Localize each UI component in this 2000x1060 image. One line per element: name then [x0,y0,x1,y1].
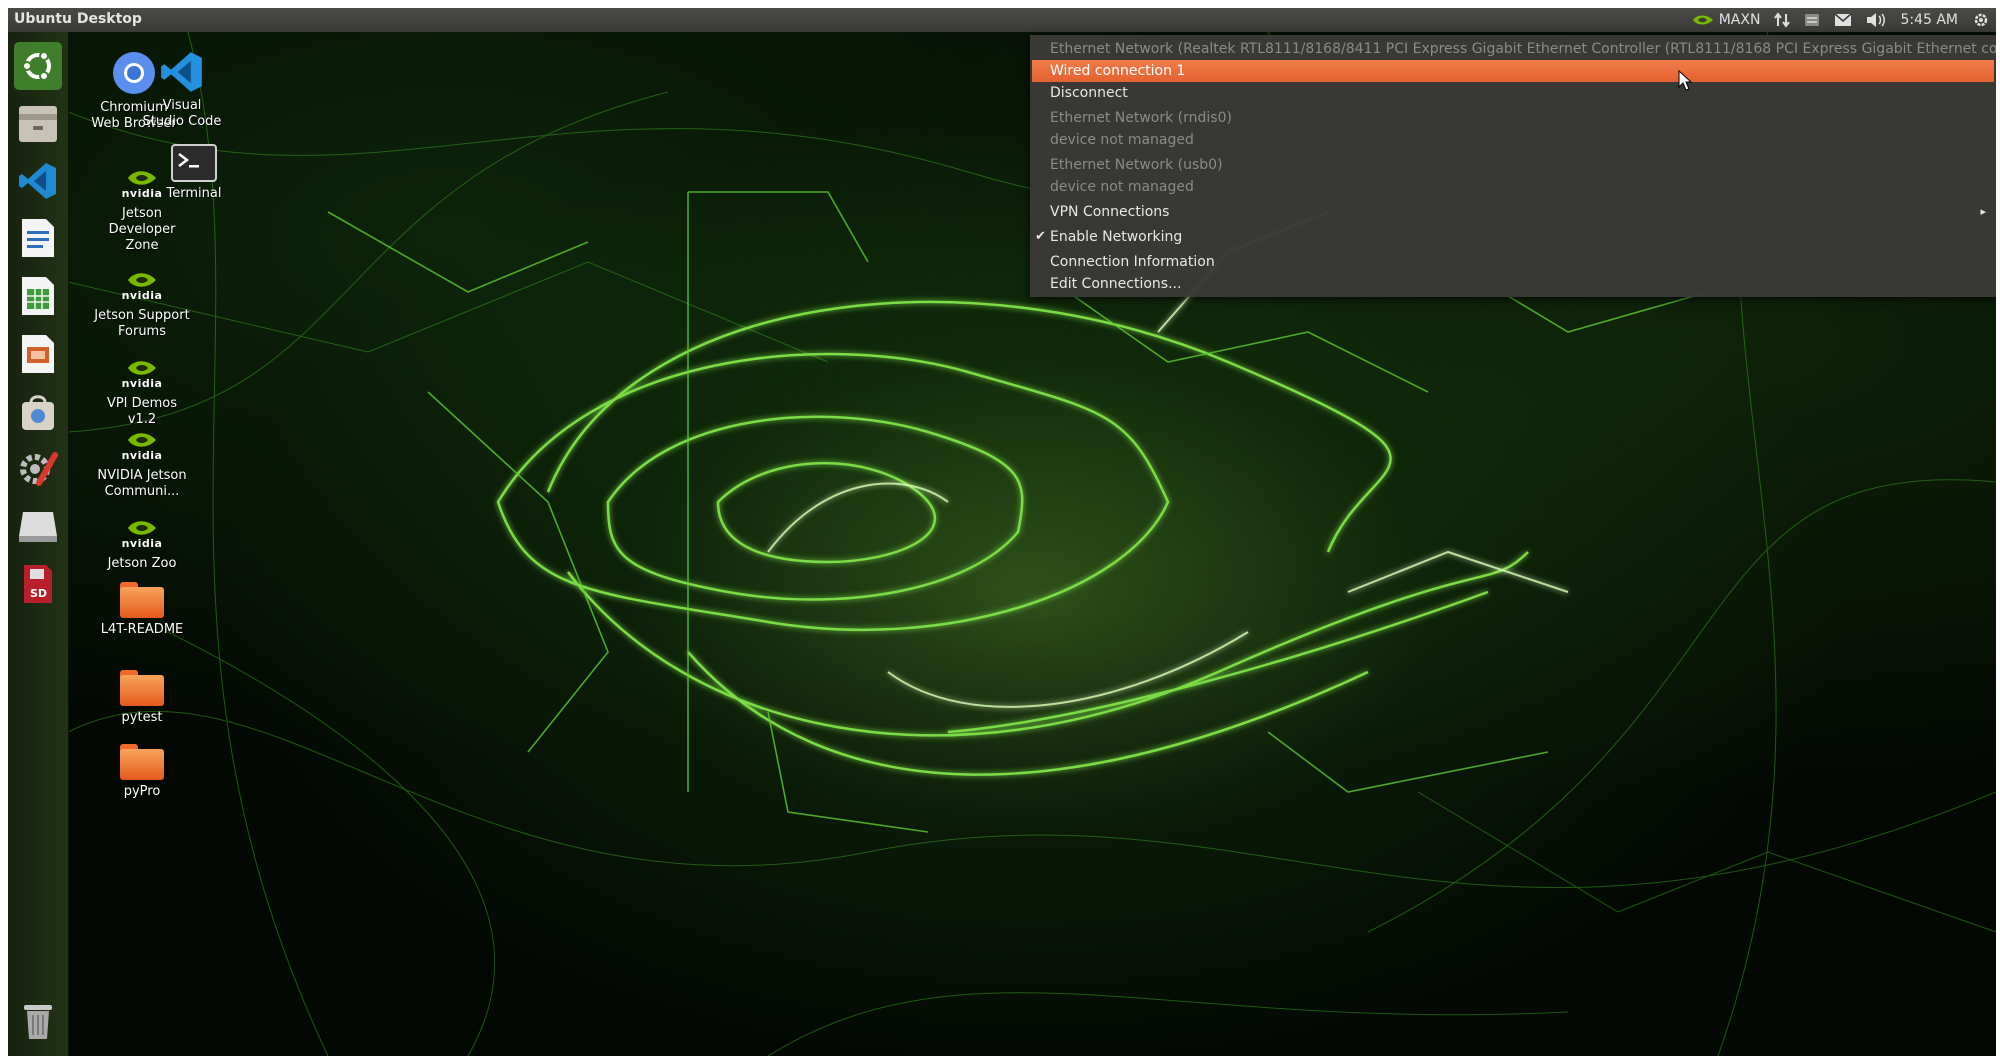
menu-item-ethernet-rndis0-header: Ethernet Network (rndis0) [1050,110,1232,126]
desktop-icon-pypro[interactable]: pyPro [94,744,190,800]
menu-item-disconnect[interactable]: Disconnect [1030,82,1996,104]
launcher-item-trash[interactable] [14,996,62,1044]
launcher-item-sd-card[interactable]: SD [14,560,62,608]
sd-card-icon: SD [24,565,52,603]
desktop-icon-label: pyPro [123,784,161,799]
launcher-item-calc[interactable] [14,272,62,320]
document-writer-icon [22,219,54,257]
network-arrows-icon [1774,12,1791,28]
drive-icon [19,512,57,542]
nvidia-logo-icon [1692,15,1713,25]
power-mode-label: MAXN [1718,12,1761,28]
trash-icon [24,1005,52,1039]
desktop-icon-jetson-developer-zone[interactable]: nvidia Jetson Developer Zone [94,166,190,254]
indicator-area: MAXN 5:45 AM [1691,8,1990,32]
gear-icon [1974,13,1988,27]
desktop-icon-pytest[interactable]: pytest [94,670,190,726]
launcher-item-vscode[interactable] [14,157,62,205]
menu-item-vpn-connections[interactable]: VPN Connections ▸ [1030,201,1996,223]
folder-icon [120,744,164,780]
nvidia-icon: nvidia [122,516,162,552]
desktop-icon-label: L4T-README [100,622,184,637]
network-indicator[interactable] [1774,12,1791,28]
file-cabinet-icon [19,106,57,142]
menu-item-label: Enable Networking [1050,229,1183,245]
launcher-item-software[interactable] [14,388,62,436]
desktop-icon-label: pytest [121,710,163,725]
svg-text:SD: SD [30,587,47,600]
nvidia-icon: nvidia [122,428,162,464]
desktop-icon-label: Jetson Support Forums [94,308,190,339]
sound-indicator[interactable] [1866,12,1886,28]
launcher-item-impress[interactable] [14,330,62,378]
menu-item-edit-connections[interactable]: Edit Connections... [1030,273,1996,295]
vscode-icon [142,50,222,94]
desktop-icon-vpi-demos[interactable]: nvidia VPI Demos v1.2 [94,356,190,428]
menu-item-wired-connection-1[interactable]: Wired connection 1 [1032,60,1994,82]
panel-title: Ubuntu Desktop [14,11,142,27]
submenu-arrow-icon: ▸ [1980,205,1986,218]
desktop-icon-nvidia-jetson-community[interactable]: nvidia NVIDIA Jetson Communi... [94,428,190,500]
desktop-icon-vscode[interactable]: Visual Studio Code [142,50,222,130]
menu-item-ethernet-realtek-header: Ethernet Network (Realtek RTL8111/8168/8… [1050,41,1996,57]
network-menu: Ethernet Network (Realtek RTL8111/8168/8… [1030,35,1996,297]
mouse-pointer-icon [1678,70,1693,91]
messaging-indicator[interactable] [1834,13,1852,27]
menu-item-usb0-status: device not managed [1050,179,1194,195]
menu-item-label: VPN Connections [1050,204,1170,220]
speaker-volume-icon [1867,13,1886,27]
clock-indicator[interactable]: 5:45 AM [1900,12,1958,28]
menu-item-ethernet-usb0-header: Ethernet Network (usb0) [1050,157,1223,173]
menu-item-rndis0-status: device not managed [1050,132,1194,148]
software-bag-icon [22,395,54,430]
unity-launcher: SD [8,32,69,1056]
system-settings-icon [20,452,58,486]
spreadsheet-calc-icon [22,277,54,315]
desktop-screen: Ubuntu Desktop MAXN 5:45 AM SD Chromium … [8,8,1996,1056]
launcher-item-drive[interactable] [14,502,62,550]
launcher-item-writer[interactable] [14,214,62,262]
nvidia-icon: nvidia [122,268,162,304]
desktop-icon-label: Jetson Zoo [107,556,177,571]
keyboard-layout-icon [1805,14,1820,26]
nvidia-icon: nvidia [122,166,162,202]
desktop-icon-label: VPI Demos v1.2 [106,396,178,427]
nvidia-power-mode-indicator[interactable]: MAXN [1691,12,1761,28]
desktop-icon-label: Jetson Developer Zone [108,206,176,253]
ubuntu-logo-icon [22,51,51,81]
launcher-item-dash[interactable] [14,42,62,90]
menu-item-enable-networking[interactable]: ✔ Enable Networking [1030,226,1996,248]
desktop-icon-jetson-zoo[interactable]: nvidia Jetson Zoo [94,516,190,572]
desktop-icon-l4t-readme[interactable]: L4T-README [94,582,190,638]
folder-icon [120,670,164,706]
launcher-item-settings[interactable] [14,444,62,492]
presentation-impress-icon [22,335,54,373]
launcher-item-files[interactable] [14,100,62,148]
desktop-icon-jetson-support-forums[interactable]: nvidia Jetson Support Forums [94,268,190,340]
session-indicator[interactable] [1972,11,1990,29]
folder-icon [120,582,164,618]
desktop-icon-label: NVIDIA Jetson Communi... [97,468,187,499]
checkmark-icon: ✔ [1035,229,1046,244]
top-panel: Ubuntu Desktop MAXN 5:45 AM [8,8,1996,32]
menu-item-connection-information[interactable]: Connection Information [1030,251,1996,273]
nvidia-icon: nvidia [122,356,162,392]
desktop-icon-label: Visual Studio Code [142,98,222,129]
vscode-icon [19,163,56,199]
keyboard-indicator[interactable] [1804,12,1820,28]
envelope-icon [1834,13,1852,26]
